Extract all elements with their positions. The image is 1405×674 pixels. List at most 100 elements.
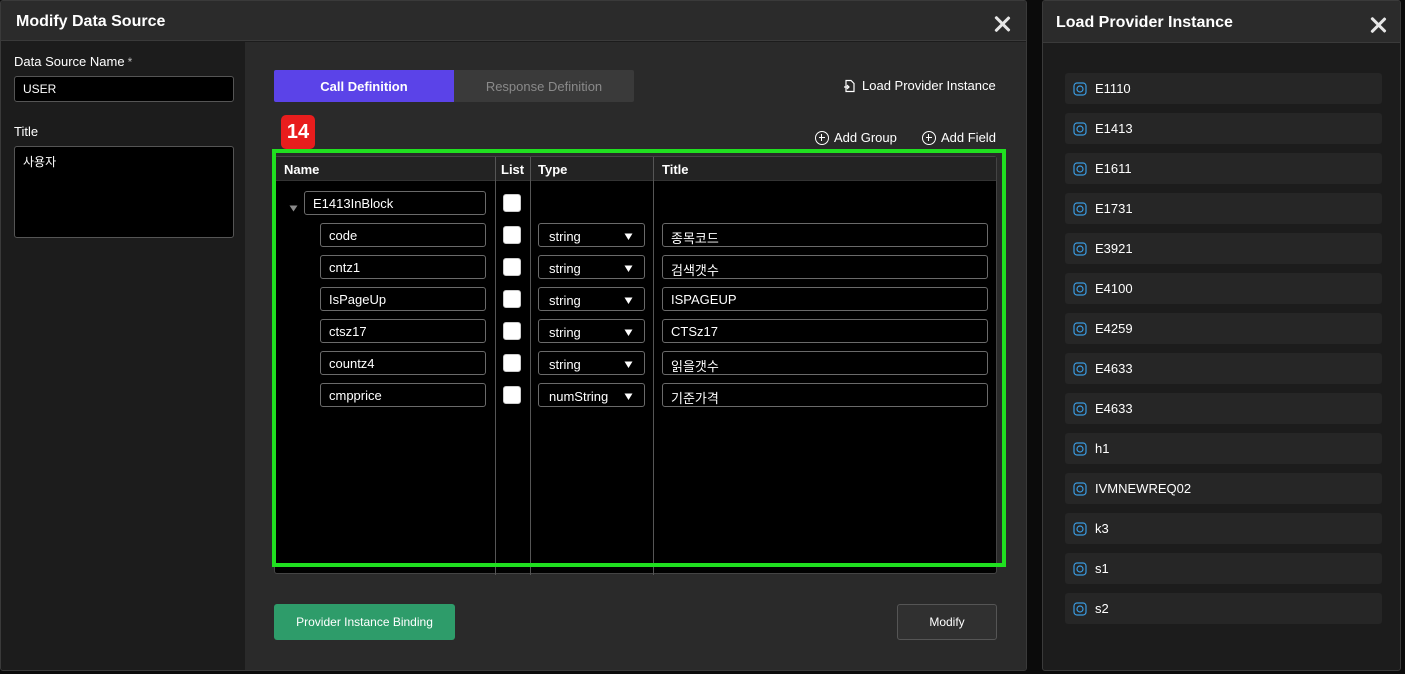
provider-instance-label: E4633 xyxy=(1095,361,1133,376)
title-label: Title xyxy=(14,124,39,139)
expand-caret-icon[interactable] xyxy=(289,205,298,212)
instance-icon xyxy=(1073,521,1087,536)
dialog-close-icon[interactable] xyxy=(993,15,1011,33)
instance-icon xyxy=(1073,401,1087,416)
type-select[interactable]: string xyxy=(538,223,645,247)
provider-instance-item[interactable]: E1413 xyxy=(1065,113,1382,144)
instance-icon xyxy=(1073,281,1087,296)
provider-instance-item[interactable]: E1110 xyxy=(1065,73,1382,104)
chevron-down-icon xyxy=(624,233,633,240)
load-provider-instance-label: Load Provider Instance xyxy=(862,78,996,93)
field-grid: Name List Type Title E1413InBlock code s… xyxy=(274,156,997,575)
chevron-down-icon xyxy=(624,393,633,400)
type-value: string xyxy=(549,261,581,276)
provider-instance-item[interactable]: s2 xyxy=(1065,593,1382,624)
panel-close-icon[interactable] xyxy=(1369,16,1387,34)
provider-instance-item[interactable]: k3 xyxy=(1065,513,1382,544)
provider-instance-label: E4633 xyxy=(1095,401,1133,416)
tab-call-definition[interactable]: Call Definition xyxy=(274,70,454,102)
provider-instance-item[interactable]: s1 xyxy=(1065,553,1382,584)
field-title-input[interactable]: 읽을갯수 xyxy=(662,351,988,375)
type-select[interactable]: string xyxy=(538,319,645,343)
add-group-label: Add Group xyxy=(834,130,897,145)
provider-instance-item[interactable]: E3921 xyxy=(1065,233,1382,264)
column-header-title: Title xyxy=(662,162,689,177)
field-title-input[interactable]: 검색갯수 xyxy=(662,255,988,279)
left-pane: Data Source Name * USER Title 사용자 xyxy=(1,42,244,670)
provider-instance-label: E1731 xyxy=(1095,201,1133,216)
instance-icon xyxy=(1073,601,1087,616)
provider-instance-label: IVMNEWREQ02 xyxy=(1095,481,1192,496)
list-checkbox[interactable] xyxy=(503,258,521,276)
field-title-input[interactable]: CTSz17 xyxy=(662,319,988,343)
provider-instance-label: k3 xyxy=(1095,521,1109,536)
field-name-input[interactable]: countz4 xyxy=(320,351,486,375)
load-provider-instance-button[interactable]: Load Provider Instance xyxy=(843,78,996,93)
type-value: string xyxy=(549,357,581,372)
list-checkbox[interactable] xyxy=(503,354,521,372)
field-name-input[interactable]: code xyxy=(320,223,486,247)
provider-instance-item[interactable]: E4633 xyxy=(1065,353,1382,384)
provider-instance-item[interactable]: E1731 xyxy=(1065,193,1382,224)
field-name-input[interactable]: cntz1 xyxy=(320,255,486,279)
grid-header: Name List Type Title xyxy=(275,157,996,181)
provider-instance-item[interactable]: E1611 xyxy=(1065,153,1382,184)
field-title-input[interactable]: ISPAGEUP xyxy=(662,287,988,311)
provider-instance-item[interactable]: E4100 xyxy=(1065,273,1382,304)
provider-instance-item[interactable]: h1 xyxy=(1065,433,1382,464)
instance-icon xyxy=(1073,361,1087,376)
provider-instance-label: E1611 xyxy=(1095,161,1132,176)
instance-icon xyxy=(1073,481,1087,496)
title-textarea[interactable]: 사용자 xyxy=(14,146,234,238)
field-name-input[interactable]: ctsz17 xyxy=(320,319,486,343)
type-select[interactable]: string xyxy=(538,255,645,279)
group-name-input[interactable]: E1413InBlock xyxy=(304,191,486,215)
field-title-input[interactable]: 종목코드 xyxy=(662,223,988,247)
tab-response-definition[interactable]: Response Definition xyxy=(454,70,634,102)
list-checkbox[interactable] xyxy=(503,290,521,308)
list-checkbox[interactable] xyxy=(503,226,521,244)
type-value: numString xyxy=(549,389,609,404)
type-select[interactable]: numString xyxy=(538,383,645,407)
provider-instance-item[interactable]: E4633 xyxy=(1065,393,1382,424)
modify-button[interactable]: Modify xyxy=(897,604,997,640)
list-checkbox[interactable] xyxy=(503,194,521,212)
provider-instance-label: h1 xyxy=(1095,441,1110,456)
instance-icon xyxy=(1073,201,1087,216)
list-checkbox[interactable] xyxy=(503,322,521,340)
dialog-title: Modify Data Source xyxy=(16,13,166,30)
add-field-button[interactable]: Add Field xyxy=(922,130,996,145)
dialog-header: Modify Data Source xyxy=(1,1,1026,41)
load-file-icon xyxy=(844,79,855,92)
provider-instance-label: E4100 xyxy=(1095,281,1133,296)
plus-circle-icon xyxy=(815,130,829,145)
type-value: string xyxy=(549,229,581,244)
provider-instance-binding-button[interactable]: Provider Instance Binding xyxy=(274,604,455,640)
provider-instance-label: E1413 xyxy=(1095,121,1133,136)
provider-instance-label: s2 xyxy=(1095,601,1109,616)
instance-icon xyxy=(1073,121,1087,136)
type-value: string xyxy=(549,325,581,340)
field-name-input[interactable]: cmpprice xyxy=(320,383,486,407)
type-select[interactable]: string xyxy=(538,351,645,375)
column-divider xyxy=(530,157,531,575)
column-divider xyxy=(653,157,654,575)
provider-instance-item[interactable]: IVMNEWREQ02 xyxy=(1065,473,1382,504)
provider-instance-item[interactable]: E4259 xyxy=(1065,313,1382,344)
data-source-name-input[interactable]: USER xyxy=(14,76,234,102)
instance-icon xyxy=(1073,441,1087,456)
field-name-input[interactable]: IsPageUp xyxy=(320,287,486,311)
column-divider xyxy=(495,157,496,575)
panel-header: Load Provider Instance xyxy=(1043,1,1400,43)
add-group-button[interactable]: Add Group xyxy=(815,130,897,145)
add-field-label: Add Field xyxy=(941,130,996,145)
required-mark: * xyxy=(127,55,133,69)
column-header-name: Name xyxy=(284,162,320,177)
modify-data-source-dialog: Modify Data Source Data Source Name * USE… xyxy=(0,0,1027,671)
provider-instance-label: E3921 xyxy=(1095,241,1133,256)
list-checkbox[interactable] xyxy=(503,386,521,404)
type-select[interactable]: string xyxy=(538,287,645,311)
field-title-input[interactable]: 기준가격 xyxy=(662,383,988,407)
step-badge: 14 xyxy=(281,115,315,149)
ds-name-label: Data Source Name * xyxy=(14,54,132,69)
